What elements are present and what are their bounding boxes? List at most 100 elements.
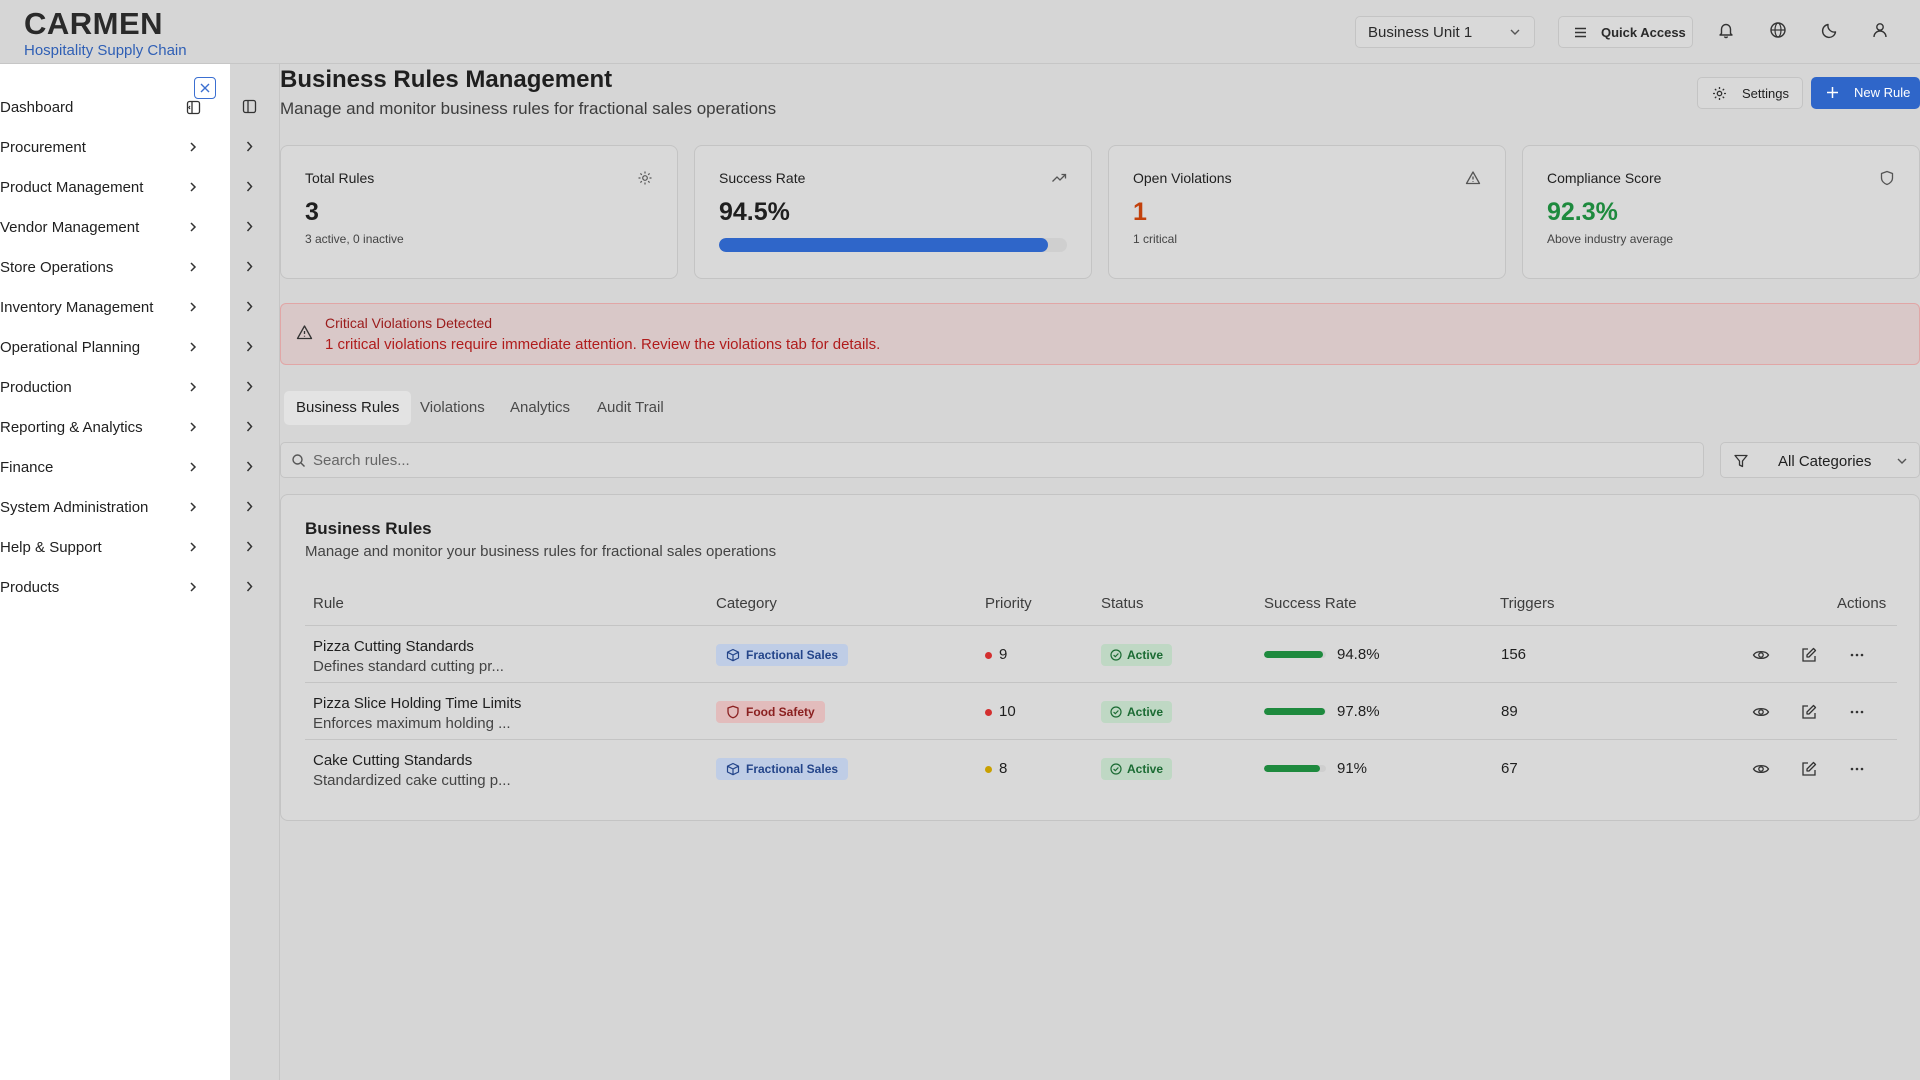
edit-icon[interactable] bbox=[1800, 646, 1818, 664]
tab-audit-trail[interactable]: Audit Trail bbox=[585, 391, 676, 425]
table-row[interactable]: Pizza Cutting Standards Defines standard… bbox=[305, 626, 1897, 683]
alert-title: Critical Violations Detected bbox=[325, 315, 493, 331]
rule-description: Defines standard cutting pr... bbox=[313, 658, 504, 675]
stat-title: Success Rate bbox=[719, 170, 806, 186]
status-label: Active bbox=[1127, 705, 1164, 719]
search-input[interactable] bbox=[313, 449, 1683, 471]
stat-card-open-violations: Open Violations 1 1 critical bbox=[1108, 145, 1506, 279]
warning-triangle-icon bbox=[296, 325, 313, 340]
sidebar-item-dashboard[interactable]: Dashboard bbox=[0, 96, 210, 120]
stat-note: Above industry average bbox=[1547, 232, 1674, 246]
sidebar-item-label: Inventory Management bbox=[0, 299, 154, 316]
shield-icon bbox=[727, 705, 739, 719]
sidebar-item-label: Reporting & Analytics bbox=[0, 419, 143, 436]
sidebar-item-operational-planning[interactable]: Operational Planning bbox=[0, 336, 210, 360]
category-badge: Fractional Sales bbox=[716, 644, 849, 666]
sidebar-item-reporting-analytics[interactable]: Reporting & Analytics bbox=[0, 416, 210, 440]
category-label: Fractional Sales bbox=[746, 648, 839, 662]
sidebar-item-label: Operational Planning bbox=[0, 339, 141, 356]
edit-icon[interactable] bbox=[1800, 703, 1818, 721]
sidebar-item-production[interactable]: Production bbox=[0, 376, 210, 400]
sidebar-item-inventory-management[interactable]: Inventory Management bbox=[0, 296, 210, 320]
success-rate-value: 91% bbox=[1337, 760, 1368, 777]
panel-toggle-icon[interactable] bbox=[186, 100, 201, 115]
sidebar-item-system-administration[interactable]: System Administration bbox=[0, 496, 210, 520]
user-icon[interactable] bbox=[1871, 21, 1889, 39]
chevron-right-icon bbox=[190, 582, 197, 592]
sidebar-item-product-management[interactable]: Product Management bbox=[0, 176, 210, 200]
triggers-value: 156 bbox=[1501, 646, 1527, 663]
chevron-right-icon[interactable] bbox=[242, 539, 257, 554]
new-rule-button[interactable]: New Rule bbox=[1811, 77, 1920, 109]
triggers-value: 89 bbox=[1501, 703, 1518, 720]
table-row[interactable]: Pizza Slice Holding Time Limits Enforces… bbox=[305, 683, 1897, 740]
status-badge: Active bbox=[1101, 701, 1173, 723]
chevron-right-icon[interactable] bbox=[242, 179, 257, 194]
eye-icon[interactable] bbox=[1752, 703, 1770, 721]
business-unit-label: Business Unit 1 bbox=[1368, 24, 1473, 41]
chevron-right-icon[interactable] bbox=[242, 219, 257, 234]
stat-value: 1 bbox=[1133, 198, 1147, 226]
sidebar-item-label: Product Management bbox=[0, 179, 144, 196]
stat-value: 94.5% bbox=[719, 198, 790, 226]
chevron-right-icon[interactable] bbox=[242, 339, 257, 354]
sidebar-item-products[interactable]: Products bbox=[0, 576, 210, 600]
eye-icon[interactable] bbox=[1752, 646, 1770, 664]
stat-title: Compliance Score bbox=[1547, 170, 1662, 186]
status-badge: Active bbox=[1101, 758, 1173, 780]
sidebar-item-vendor-management[interactable]: Vendor Management bbox=[0, 216, 210, 240]
column-header-status: Status bbox=[1101, 595, 1144, 612]
chevron-right-icon[interactable] bbox=[242, 139, 257, 154]
sidebar-item-procurement[interactable]: Procurement bbox=[0, 136, 210, 160]
chevron-right-icon bbox=[190, 462, 197, 472]
business-unit-select[interactable]: Business Unit 1 bbox=[1355, 16, 1535, 48]
table-row[interactable]: Cake Cutting Standards Standardized cake… bbox=[305, 740, 1897, 797]
tab-violations[interactable]: Violations bbox=[408, 391, 497, 425]
chevron-right-icon[interactable] bbox=[242, 299, 257, 314]
warning-triangle-icon bbox=[1465, 171, 1481, 185]
moon-icon[interactable] bbox=[1821, 21, 1839, 39]
page-title: Business Rules Management bbox=[280, 66, 613, 93]
settings-button[interactable]: Settings bbox=[1697, 77, 1803, 109]
chevron-right-icon bbox=[190, 342, 197, 352]
edit-icon[interactable] bbox=[1800, 760, 1818, 778]
more-icon[interactable] bbox=[1848, 760, 1866, 778]
status-label: Active bbox=[1127, 648, 1164, 662]
stat-value: 3 bbox=[305, 198, 319, 226]
chevron-right-icon[interactable] bbox=[242, 499, 257, 514]
chevron-right-icon[interactable] bbox=[242, 419, 257, 434]
gear-icon bbox=[638, 171, 652, 185]
column-header-triggers: Triggers bbox=[1500, 595, 1555, 612]
panel-toggle-icon[interactable] bbox=[242, 99, 257, 114]
main-content: Business Rules Management Manage and mon… bbox=[280, 64, 1920, 1080]
quick-access-label: Quick Access bbox=[1601, 25, 1686, 40]
chevron-right-icon[interactable] bbox=[242, 459, 257, 474]
priority: 9 bbox=[985, 646, 1007, 663]
sidebar-item-label: Vendor Management bbox=[0, 219, 140, 236]
more-icon[interactable] bbox=[1848, 703, 1866, 721]
brand-subtitle: Hospitality Supply Chain bbox=[24, 42, 187, 59]
chevron-right-icon bbox=[190, 502, 197, 512]
chevron-right-icon[interactable] bbox=[242, 579, 257, 594]
business-rules-table-card: Business Rules Manage and monitor your b… bbox=[280, 494, 1920, 821]
sidebar-item-finance[interactable]: Finance bbox=[0, 456, 210, 480]
sidebar-item-help-support[interactable]: Help & Support bbox=[0, 536, 210, 560]
quick-access-button[interactable]: Quick Access bbox=[1558, 16, 1693, 48]
tab-analytics[interactable]: Analytics bbox=[498, 391, 582, 425]
bell-icon[interactable] bbox=[1717, 21, 1735, 39]
category-filter-select[interactable]: All Categories bbox=[1720, 442, 1920, 478]
stat-title: Total Rules bbox=[305, 170, 375, 186]
eye-icon[interactable] bbox=[1752, 760, 1770, 778]
trending-up-icon bbox=[1052, 173, 1067, 182]
tab-business-rules[interactable]: Business Rules bbox=[284, 391, 412, 425]
sidebar-item-store-operations[interactable]: Store Operations bbox=[0, 256, 210, 280]
more-icon[interactable] bbox=[1848, 646, 1866, 664]
sidebar-item-label: Store Operations bbox=[0, 259, 114, 276]
rule-name: Pizza Slice Holding Time Limits bbox=[313, 695, 522, 712]
chevron-right-icon[interactable] bbox=[242, 259, 257, 274]
chevron-right-icon[interactable] bbox=[242, 379, 257, 394]
search-icon bbox=[292, 454, 305, 467]
chevron-down-icon bbox=[1897, 458, 1907, 464]
sidebar-item-label: Products bbox=[0, 579, 60, 596]
globe-icon[interactable] bbox=[1769, 21, 1787, 39]
